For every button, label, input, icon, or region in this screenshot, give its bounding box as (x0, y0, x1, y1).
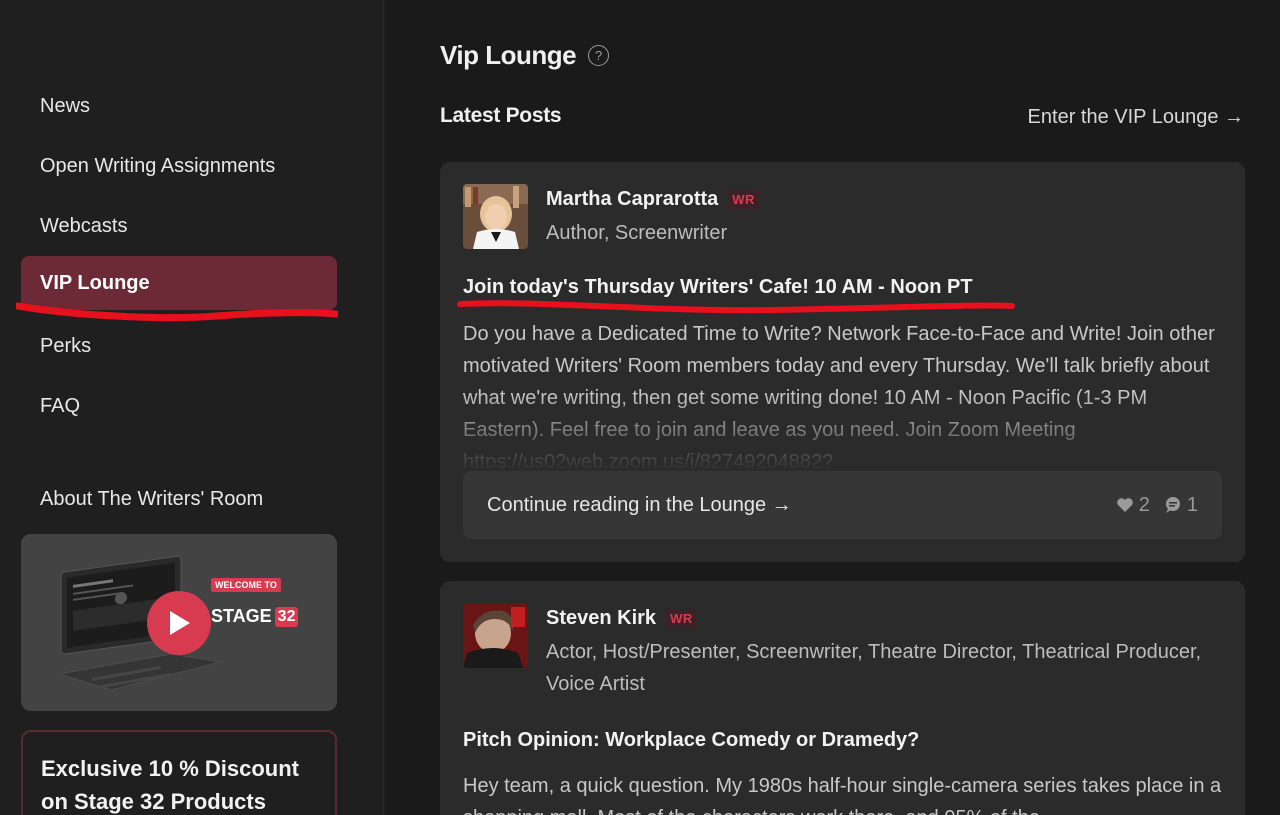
author-role: Author, Screenwriter (546, 222, 728, 244)
latest-posts-heading: Latest Posts (440, 104, 562, 127)
nav-item-news[interactable]: News (21, 81, 337, 131)
promo-card[interactable]: Exclusive 10 % Discount on Stage 32 Prod… (21, 730, 337, 815)
comments-count: 1 (1186, 493, 1198, 516)
page-title-row: Vip Lounge ? (440, 40, 610, 71)
main-content: Vip Lounge ? Latest Posts Enter the VIP … (385, 0, 1280, 815)
comments[interactable]: 1 (1164, 494, 1198, 517)
post-stats: 2 1 (1116, 494, 1198, 517)
welcome-tag: WELCOME TO (211, 578, 281, 592)
sidebar: News Open Writing Assignments Webcasts V… (0, 0, 384, 815)
author-name-text[interactable]: Steven Kirk (546, 607, 656, 630)
play-button[interactable] (147, 591, 211, 655)
wr-badge: WR (728, 190, 759, 209)
about-writers-room-link[interactable]: About The Writers' Room (40, 488, 263, 511)
author-name[interactable]: Martha Caprarotta WR (546, 188, 759, 211)
nav-item-open-writing-assignments[interactable]: Open Writing Assignments (21, 141, 337, 191)
help-icon[interactable]: ? (588, 45, 610, 66)
play-icon (170, 611, 190, 635)
wr-badge: WR (666, 609, 697, 628)
continue-reading-label: Continue reading in the Lounge → (487, 493, 792, 516)
annotation-underline-title (457, 300, 1015, 314)
avatar[interactable] (463, 184, 528, 249)
stage-text: STAGE (211, 606, 272, 626)
likes[interactable]: 2 (1116, 494, 1150, 517)
promo-line1: Exclusive 10 % Discount (41, 756, 299, 781)
heart-icon (1116, 498, 1133, 512)
post-card: Steven Kirk WR Actor, Host/Presenter, Sc… (440, 581, 1245, 815)
author-role: Actor, Host/Presenter, Screenwriter, The… (546, 641, 1202, 695)
page-title: Vip Lounge (440, 40, 577, 70)
nav-item-vip-lounge[interactable]: VIP Lounge (21, 256, 337, 310)
post-title[interactable]: Pitch Opinion: Workplace Comedy or Drame… (463, 729, 919, 752)
stage-number: 32 (274, 606, 299, 627)
post-card: Martha Caprarotta WR Author, Screenwrite… (440, 162, 1245, 562)
body-fade (440, 392, 1245, 472)
likes-count: 2 (1138, 493, 1150, 516)
comment-icon (1165, 497, 1180, 513)
post-body: Hey team, a quick question. My 1980s hal… (463, 775, 1222, 815)
promo-line2: on Stage 32 Products (41, 789, 266, 814)
enter-vip-lounge-link[interactable]: Enter the VIP Lounge → (1028, 106, 1244, 129)
post-title[interactable]: Join today's Thursday Writers' Cafe! 10 … (463, 276, 973, 299)
welcome-video-card[interactable]: WELCOME TO STAGE 32 (21, 534, 337, 711)
nav-item-webcasts[interactable]: Webcasts (21, 201, 337, 251)
nav-item-perks[interactable]: Perks (21, 321, 337, 371)
stage32-logo: STAGE 32 (211, 606, 299, 627)
continue-reading-button[interactable]: Continue reading in the Lounge → 2 1 (463, 471, 1222, 539)
nav-item-faq[interactable]: FAQ (21, 381, 337, 431)
avatar[interactable] (463, 603, 528, 668)
author-photo (463, 603, 528, 668)
author-name-text[interactable]: Martha Caprarotta (546, 188, 718, 211)
author-photo (463, 184, 528, 249)
author-name[interactable]: Steven Kirk WR (546, 607, 697, 630)
